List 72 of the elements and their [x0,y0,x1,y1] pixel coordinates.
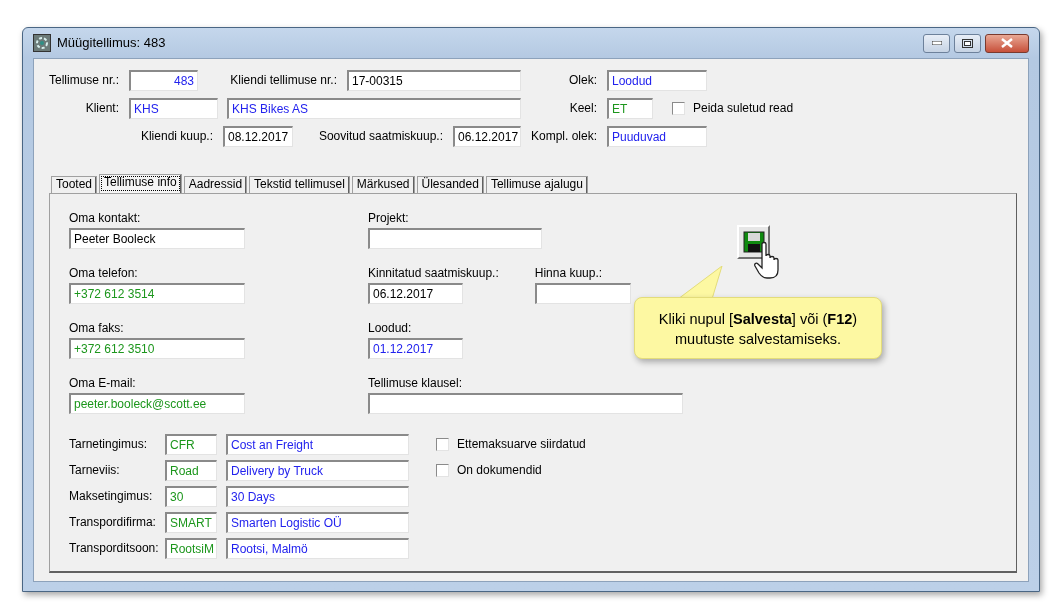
input-field[interactable]: Peeter Booleck [69,228,245,249]
field-label: Loodud: [368,321,413,335]
input-field[interactable] [368,393,683,414]
tab[interactable]: Tooted [51,176,98,193]
input-field[interactable]: Rootsi, Malmö [226,537,409,559]
input-field[interactable]: 06.12.2017 [453,125,521,147]
tab[interactable]: Märkused [351,176,415,193]
input-field[interactable]: CFR [165,433,217,455]
input-field[interactable]: 483 [129,69,198,91]
input-field[interactable]: peeter.booleck@scott.ee [69,393,245,414]
checkbox[interactable] [436,463,449,477]
field-label: Olek: [568,72,598,89]
checkbox[interactable] [672,101,685,115]
input-field[interactable]: KHS [129,97,218,119]
field-label: Hinna kuup.: [534,266,604,280]
field-label: Transpordifirma: [69,514,157,531]
input-field[interactable]: 17-00315 [347,69,521,91]
field-label: Oma E-mail: [69,376,137,390]
app-icon [33,34,51,52]
input-field[interactable]: Smarten Logistic OÜ [226,511,409,533]
field-label: Projekt: [368,211,410,225]
close-icon [1001,38,1013,48]
field-label: Maksetingimus: [69,488,154,505]
save-button[interactable] [737,225,770,259]
minimize-button[interactable] [923,33,950,53]
maximize-icon [962,38,973,48]
input-field[interactable]: Puuduvad [607,125,707,147]
input-field[interactable]: RootsiM [165,537,217,559]
close-button[interactable] [985,33,1029,53]
tab[interactable]: Aadressid [183,176,248,193]
tab[interactable]: Ülesanded [416,176,484,193]
checkbox-label: Peida suletud read [693,100,794,117]
field-label: Tarneviis: [69,462,121,479]
field-label: Tarnetingimus: [69,436,149,453]
input-field[interactable] [534,283,631,304]
tab[interactable]: Tellimuse ajalugu [485,176,588,193]
checkbox-label: On dokumendid [457,462,542,479]
input-field[interactable]: 06.12.2017 [368,283,463,304]
input-field[interactable]: ET [607,97,653,119]
field-label: Oma kontakt: [69,211,142,225]
minimize-icon [931,41,942,45]
input-field[interactable]: 30 Days [226,485,409,507]
field-label: Keel: [568,100,598,117]
input-field[interactable]: +372 612 3514 [69,283,245,304]
field-label: Klient: [84,100,120,117]
input-field[interactable]: Delivery by Truck [226,459,409,481]
field-label: Tellimuse klausel: [368,376,464,390]
input-field[interactable]: KHS Bikes AS [227,97,521,119]
input-field[interactable] [368,228,542,249]
window-title: Müügitellimus: 483 [57,34,166,53]
field-label: Kliendi tellimuse nr.: [229,72,338,89]
checkbox[interactable] [436,437,449,451]
field-label: Oma telefon: [69,266,139,280]
input-field[interactable]: 01.12.2017 [368,338,463,359]
checkbox-label: Ettemaksuarve siirdatud [457,436,586,453]
field-label: Kompl. olek: [529,128,598,145]
field-label: Oma faks: [69,321,125,335]
input-field[interactable]: Cost an Freight [226,433,409,455]
field-label: Kliendi kuup.: [139,128,214,145]
input-field[interactable]: 30 [165,485,217,507]
field-label: Kinnitatud saatmiskuup.: [368,266,499,280]
input-field[interactable]: Road [165,459,217,481]
field-label: Tellimuse nr.: [47,72,120,89]
maximize-button[interactable] [954,33,981,53]
input-field[interactable]: Loodud [607,69,707,91]
field-label: Soovitud saatmiskuup.: [317,128,444,145]
field-label: Transporditsoon: [69,540,160,557]
input-field[interactable]: 08.12.2017 [223,125,293,147]
input-field[interactable]: +372 612 3510 [69,338,245,359]
input-field[interactable]: SMART [165,511,217,533]
tab[interactable]: Tellimuse info [99,174,182,193]
tab[interactable]: Tekstid tellimusel [249,176,350,193]
